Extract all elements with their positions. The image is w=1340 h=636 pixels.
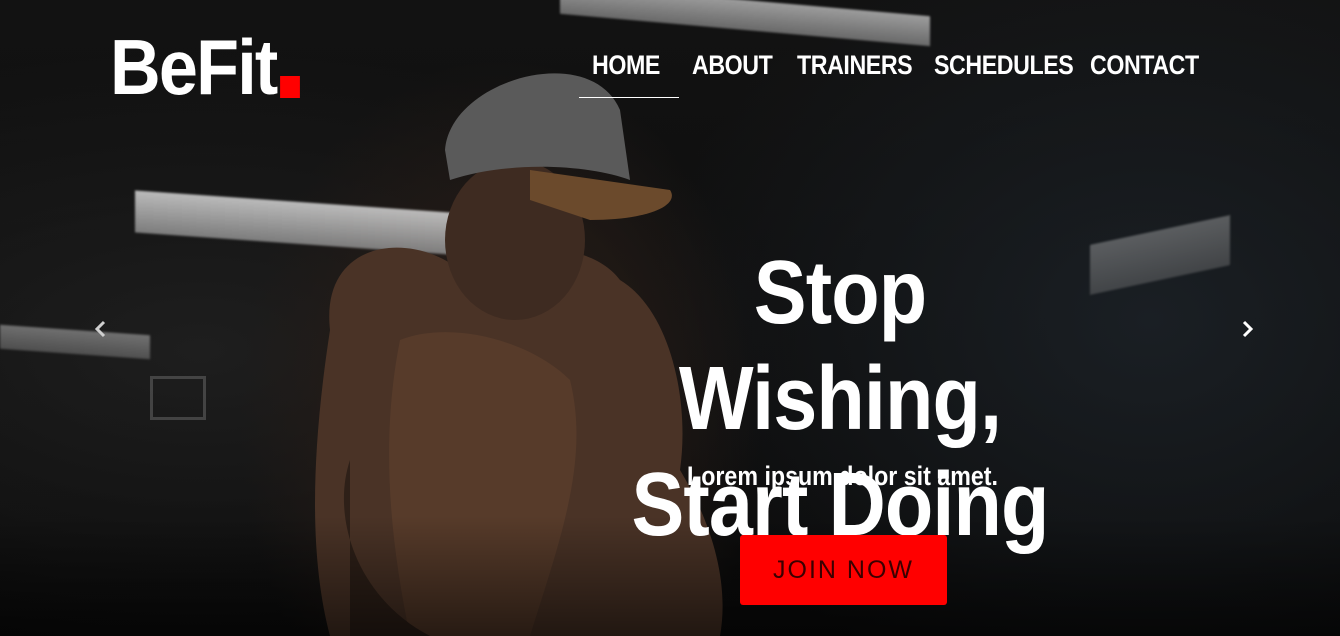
nav-active-indicator [579, 97, 679, 98]
nav-item-home[interactable]: HOME [592, 44, 678, 95]
headline-line-1: Stop Wishing, [678, 243, 1002, 449]
brand-dot [280, 76, 300, 98]
nav-item-schedules[interactable]: SCHEDULES [934, 44, 1074, 95]
carousel-next-button[interactable] [1236, 318, 1258, 340]
chevron-right-icon [1242, 320, 1254, 338]
nav-item-about[interactable]: ABOUT [692, 44, 782, 95]
brand-name: BeFit [110, 23, 278, 111]
ceiling-light [0, 324, 150, 360]
nav-item-trainers[interactable]: TRAINERS [797, 44, 915, 95]
wall-fixture [150, 376, 206, 420]
main-nav: HOME ABOUT TRAINERS SCHEDULES CONTACT [578, 44, 1200, 95]
ceiling-light [1090, 215, 1230, 295]
chevron-left-icon [94, 320, 106, 338]
hero-headline: Stop Wishing, Start Doing [602, 240, 1077, 558]
hero-section: BeFit HOME ABOUT TRAINERS SCHEDULES CONT… [0, 0, 1340, 636]
hero-subtitle: Lorem ipsum dolor sit amet. [687, 461, 998, 491]
join-now-button[interactable]: JOIN NOW [740, 535, 947, 605]
carousel-prev-button[interactable] [90, 318, 112, 340]
nav-item-contact[interactable]: CONTACT [1090, 44, 1199, 95]
brand-logo[interactable]: BeFit [110, 28, 300, 106]
